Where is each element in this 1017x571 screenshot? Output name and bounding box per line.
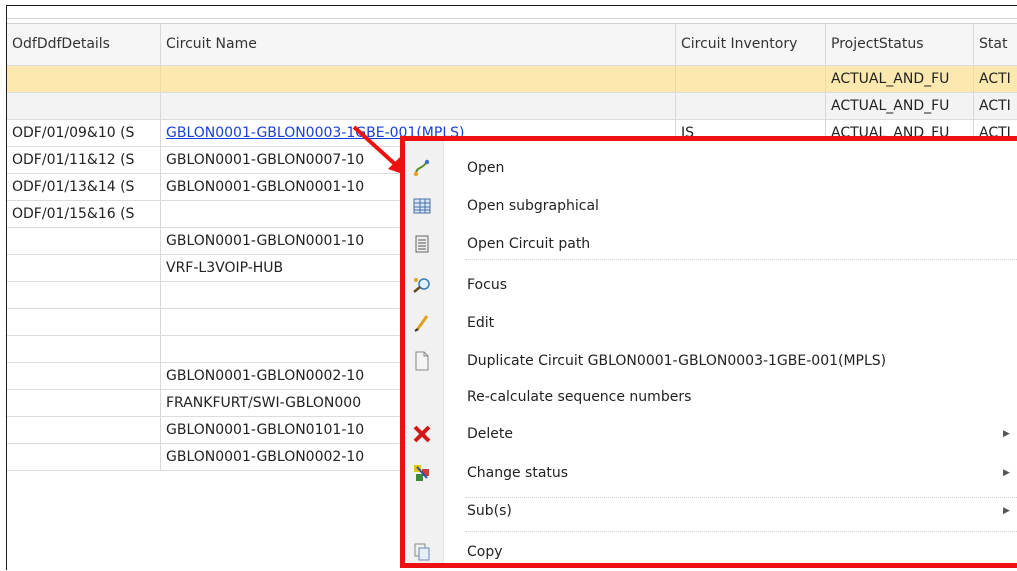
odf-cell bbox=[7, 390, 161, 416]
project-status-cell: ACTUAL_AND_FU bbox=[826, 66, 974, 92]
submenu-arrow-icon: ▶ bbox=[1003, 429, 1010, 439]
menu-item-label: Open bbox=[467, 160, 505, 176]
circuit-name-cell bbox=[161, 66, 676, 92]
circuit-inventory-cell bbox=[676, 66, 826, 92]
table-row[interactable]: ACTUAL_AND_FU ACTI bbox=[7, 93, 1017, 120]
column-header-project-status[interactable]: ProjectStatus bbox=[826, 24, 974, 65]
focus-icon bbox=[412, 275, 432, 295]
menu-item-label: Focus bbox=[467, 277, 507, 293]
menu-separator bbox=[465, 531, 1017, 532]
submenu-arrow-icon: ▶ bbox=[1003, 468, 1010, 478]
table-icon bbox=[412, 196, 432, 216]
open-icon bbox=[412, 158, 432, 178]
circuit-name-cell bbox=[161, 93, 676, 119]
menu-item-open-circuit-path[interactable]: Open Circuit path bbox=[405, 225, 1017, 263]
odf-cell bbox=[7, 282, 161, 308]
menu-item-copy[interactable]: Copy bbox=[405, 533, 1017, 571]
menu-item-duplicate-circuit-gblon0001[interactable]: Duplicate Circuit GBLON0001-GBLON0003-1G… bbox=[405, 342, 1017, 380]
odf-cell: ODF/01/15&16 (S bbox=[7, 201, 161, 227]
odf-cell bbox=[7, 228, 161, 254]
document-icon bbox=[412, 351, 432, 371]
menu-item-label: Open Circuit path bbox=[467, 236, 591, 252]
menu-item-delete[interactable]: Delete ▶ bbox=[405, 415, 1017, 453]
status-cell: ACTI bbox=[979, 98, 1011, 114]
menu-item-label: Open subgraphical bbox=[467, 198, 599, 214]
toolbar-divider bbox=[7, 18, 1017, 19]
menu-item-open-subgraphical[interactable]: Open subgraphical bbox=[405, 187, 1017, 225]
menu-separator bbox=[465, 497, 1017, 498]
menu-item-open[interactable]: Open bbox=[405, 149, 1017, 187]
menu-item-label: Change status bbox=[467, 465, 569, 481]
pencil-icon bbox=[412, 313, 432, 333]
menu-item-change-status[interactable]: Change status ▶ bbox=[405, 454, 1017, 492]
column-header-odf[interactable]: OdfDdfDetails bbox=[7, 24, 161, 65]
menu-item-label: Copy bbox=[467, 544, 503, 560]
menu-item-focus[interactable]: Focus bbox=[405, 266, 1017, 304]
menu-item-edit[interactable]: Edit bbox=[405, 304, 1017, 342]
odf-cell bbox=[7, 66, 161, 92]
menu-item-label: Duplicate Circuit GBLON0001-GBLON0003-1G… bbox=[467, 353, 887, 369]
odf-cell: ODF/01/09&10 (S bbox=[7, 120, 161, 146]
odf-cell bbox=[7, 363, 161, 389]
project-status-cell: ACTUAL_AND_FU bbox=[826, 93, 974, 119]
column-header-circuit-name[interactable]: Circuit Name bbox=[161, 24, 676, 65]
table-row[interactable]: ACTUAL_AND_FU ACTI bbox=[7, 66, 1017, 93]
change-status-icon bbox=[412, 463, 432, 483]
odf-cell bbox=[7, 93, 161, 119]
odf-cell bbox=[7, 417, 161, 443]
odf-cell bbox=[7, 336, 161, 362]
column-header-circuit-inventory[interactable]: Circuit Inventory bbox=[676, 24, 826, 65]
odf-cell: ODF/01/11&12 (S bbox=[7, 147, 161, 173]
odf-cell: ODF/01/13&14 (S bbox=[7, 174, 161, 200]
odf-cell bbox=[7, 444, 161, 470]
status-cell: ACTI bbox=[979, 71, 1011, 87]
menu-item-label: Re-calculate sequence numbers bbox=[467, 389, 692, 405]
menu-item-label: Delete bbox=[467, 426, 513, 442]
odf-cell bbox=[7, 309, 161, 335]
circuit-path-icon bbox=[412, 234, 432, 254]
delete-icon bbox=[412, 424, 432, 444]
odf-cell bbox=[7, 255, 161, 281]
menu-separator bbox=[465, 259, 1017, 260]
copy-icon bbox=[412, 542, 432, 562]
column-header-status[interactable]: Stat bbox=[974, 24, 1017, 65]
menu-item-re-calculate-sequence[interactable]: Re-calculate sequence numbers bbox=[405, 378, 1017, 416]
grid-header-row: OdfDdfDetails Circuit Name Circuit Inven… bbox=[7, 23, 1017, 66]
menu-item-label: Edit bbox=[467, 315, 495, 331]
context-menu: Open Open subgraphical Open Circuit path Fo… bbox=[400, 136, 1017, 568]
circuit-inventory-cell bbox=[676, 93, 826, 119]
